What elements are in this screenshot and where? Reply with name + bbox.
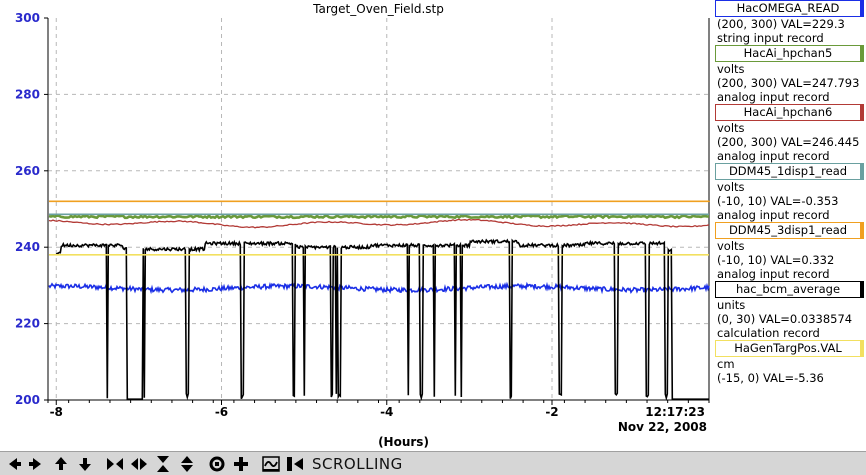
- date-label: Nov 22, 2008: [618, 420, 707, 434]
- series-HacOMEGA_READ: [48, 281, 710, 295]
- legend-name[interactable]: HacAi_hpchan5: [715, 45, 864, 62]
- add-button[interactable]: [230, 453, 252, 474]
- y-tick-label: 280: [15, 87, 40, 101]
- legend-record: calculation record: [717, 326, 820, 340]
- legend-record: analog input record: [717, 208, 830, 222]
- zoom-out-y-button[interactable]: [176, 453, 198, 474]
- legend-unit: volts: [717, 121, 745, 135]
- legend-range-line: (200, 300) VAL=246.445: [717, 135, 860, 149]
- legend-entry[interactable]: HacOMEGA_READ (200, 300) VAL=229.3 string …: [709, 0, 866, 45]
- legend-entry[interactable]: hac_bcm_average units (0, 30) VAL=0.033857…: [709, 281, 866, 340]
- legend-unit: units: [717, 298, 746, 312]
- y-tick-label: 300: [15, 11, 40, 25]
- zoom-in-x-icon: [107, 457, 123, 470]
- legend-name[interactable]: hac_bcm_average: [715, 281, 864, 298]
- chart-title: Target_Oven_Field.stp: [312, 2, 444, 16]
- legend-unit: cm: [717, 357, 735, 371]
- y-tick-label: 220: [15, 317, 40, 331]
- zoom-out-x-button[interactable]: [128, 453, 150, 474]
- legend-unit: volts: [717, 62, 745, 76]
- legend-name[interactable]: DDM45_3disp1_read: [715, 222, 864, 239]
- legend-name[interactable]: DDM45_1disp1_read: [715, 163, 864, 180]
- y-tick-label: 200: [15, 393, 40, 407]
- pan-right-button[interactable]: [26, 453, 48, 474]
- legend-range-line: (-10, 10) VAL=0.332: [717, 253, 835, 267]
- scroll-mode-icon: [287, 456, 303, 471]
- pan-right-icon: [29, 457, 41, 470]
- legend-record: analog input record: [717, 90, 830, 104]
- auto-scale-button[interactable]: [260, 453, 282, 474]
- legend-range-line: (-10, 10) VAL=-0.353: [717, 194, 839, 208]
- x-tick-label: -4: [380, 405, 393, 419]
- legend-unit: volts: [717, 180, 745, 194]
- legend-entry[interactable]: DDM45_1disp1_read volts (-10, 10) VAL=-0.3…: [709, 163, 866, 222]
- zoom-in-y-icon: [157, 455, 169, 472]
- pan-down-icon: [79, 457, 91, 471]
- scroll-mode-button[interactable]: [284, 453, 306, 474]
- pan-left-button[interactable]: [2, 453, 24, 474]
- legend-name[interactable]: HaGenTargPos.VAL: [715, 340, 864, 357]
- legend-record: analog input record: [717, 149, 830, 163]
- pan-up-icon: [55, 456, 67, 470]
- legend-record: string input record: [717, 31, 824, 45]
- x-axis-label: (Hours): [378, 435, 429, 449]
- legend-entry[interactable]: DDM45_3disp1_read volts (-10, 10) VAL=0.33…: [709, 222, 866, 281]
- time-label: 12:17:23: [645, 405, 705, 419]
- mode-label: SCROLLING: [312, 454, 403, 473]
- legend-range-line: (-15, 0) VAL=-5.36: [717, 371, 824, 385]
- reset-button[interactable]: [206, 453, 228, 474]
- pan-left-icon: [9, 457, 21, 470]
- y-tick-label: 260: [15, 164, 40, 178]
- legend-entry[interactable]: HacAi_hpchan5 volts (200, 300) VAL=247.793…: [709, 45, 866, 104]
- x-tick-label: -8: [50, 405, 63, 419]
- legend-range-line: (200, 300) VAL=247.793: [717, 76, 860, 90]
- pan-up-button[interactable]: [50, 453, 72, 474]
- series-HacAi_hpchan5: [48, 213, 710, 220]
- legend-range-line: (200, 300) VAL=229.3: [717, 17, 845, 31]
- series-hac_bcm_average: [55, 238, 709, 401]
- zoom-out-y-icon: [181, 455, 193, 472]
- x-tick-label: -2: [545, 405, 558, 419]
- series-HacAi_hpchan6: [48, 218, 710, 229]
- legend-unit: volts: [717, 239, 745, 253]
- legend-entry[interactable]: HaGenTargPos.VAL cm (-15, 0) VAL=-5.36: [709, 340, 866, 385]
- pan-down-button[interactable]: [74, 453, 96, 474]
- legend-range-line: (0, 30) VAL=0.0338574: [717, 312, 853, 326]
- add-icon: [234, 456, 248, 471]
- zoom-out-x-icon: [131, 457, 147, 470]
- legend-name[interactable]: HacAi_hpchan6: [715, 104, 864, 121]
- auto-scale-icon: [262, 455, 280, 472]
- reset-icon: [209, 456, 225, 471]
- legend: HacOMEGA_READ (200, 300) VAL=229.3 string …: [709, 0, 866, 385]
- toolbar: SCROLLING: [0, 451, 866, 475]
- zoom-in-y-button[interactable]: [152, 453, 174, 474]
- legend-record: analog input record: [717, 267, 830, 281]
- legend-entry[interactable]: HacAi_hpchan6 volts (200, 300) VAL=246.445…: [709, 104, 866, 163]
- legend-name[interactable]: HacOMEGA_READ: [715, 0, 864, 17]
- y-tick-label: 240: [15, 240, 40, 254]
- x-tick-label: -6: [215, 405, 228, 419]
- zoom-in-x-button[interactable]: [104, 453, 126, 474]
